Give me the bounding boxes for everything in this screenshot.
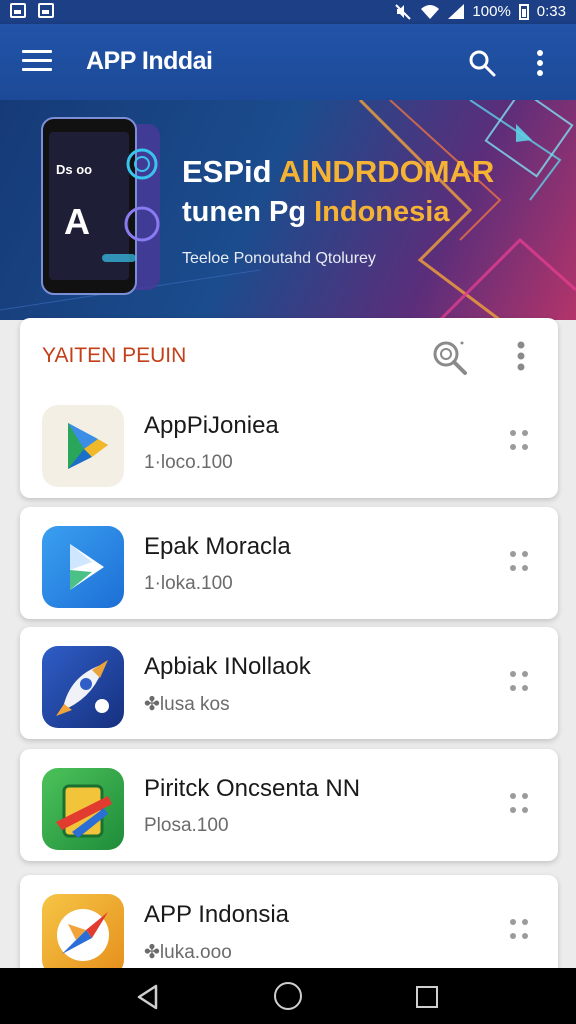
play-store-icon: [42, 405, 124, 487]
status-left: [10, 3, 54, 18]
banner-title-line1-b: AlNDRDOMAR: [279, 154, 495, 189]
drag-handle-icon[interactable]: [510, 430, 528, 452]
app-name: APP Indonsia: [144, 901, 289, 928]
banner-title-line1-a: ESPid: [182, 154, 280, 189]
app-list-item[interactable]: Apbiak INollaok ✤lusa kos: [20, 627, 558, 739]
app-meta: Plosa.100: [144, 815, 229, 836]
search-icon[interactable]: [468, 49, 496, 77]
back-icon[interactable]: [136, 984, 160, 1010]
status-right: 100% 0:33: [394, 3, 566, 20]
battery-icon: [518, 3, 529, 20]
more-vert-icon[interactable]: [530, 48, 550, 78]
drag-handle-icon[interactable]: [510, 793, 528, 815]
app-list-item[interactable]: AppPiJoniea 1·loco.100: [20, 386, 558, 498]
compass-app-icon: [42, 894, 124, 976]
phone-illustration: Ds oo A: [41, 117, 160, 295]
drag-handle-icon[interactable]: [510, 671, 528, 693]
section-search-icon[interactable]: [430, 338, 470, 378]
wifi-icon: [421, 4, 440, 19]
signal-icon: [448, 4, 465, 19]
app-meta: 1·loka.100: [144, 573, 233, 594]
home-icon[interactable]: [274, 982, 302, 1010]
section-title: YAITEN PEUIN: [42, 344, 187, 367]
banner-title-line2-b: Indonesia: [314, 196, 450, 228]
app-name: Epak Moracla: [144, 533, 291, 560]
banner-title-line2: tunen Pg Indonesia: [182, 196, 449, 229]
app-bar: APP Inddai: [0, 24, 576, 100]
promo-banner[interactable]: Ds oo A ESPid AlNDRDOMAR tunen Pg Indone…: [0, 100, 576, 320]
drag-handle-icon[interactable]: [510, 919, 528, 941]
drag-handle-icon[interactable]: [510, 551, 528, 573]
phone-screen-text: Ds oo: [56, 162, 92, 177]
battery-app-icon: [42, 768, 124, 850]
rocket-icon: [42, 646, 124, 728]
navigation-bar: [0, 968, 576, 1024]
section-more-icon[interactable]: [514, 340, 528, 372]
app-name: Piritck Oncsenta NN: [144, 775, 361, 802]
app-meta: ✤luka.ooo: [144, 942, 232, 963]
app-list-item[interactable]: Piritck Oncsenta NN Plosa.100: [20, 749, 558, 861]
banner-subtitle: Teeloe Ponoutahd Qtolurey: [182, 250, 376, 267]
banner-title-line2-a: tunen Pg: [182, 196, 315, 228]
mute-icon: [395, 4, 412, 20]
app-name: Apbiak INollaok: [144, 653, 311, 680]
app-list-item[interactable]: Epak Moracla 1·loka.100: [20, 507, 558, 619]
phone-screen-letter: A: [64, 201, 90, 242]
banner-title-line1: ESPid AlNDRDOMAR: [182, 154, 494, 190]
image-icon: [10, 3, 26, 18]
recents-icon[interactable]: [416, 986, 438, 1008]
clock: 0:33: [536, 3, 566, 20]
status-bar: 100% 0:33: [0, 0, 576, 24]
menu-icon[interactable]: [22, 50, 52, 74]
play-arrow-icon: [42, 526, 124, 608]
photo-icon: [38, 3, 54, 18]
app-name: AppPiJoniea: [144, 412, 279, 439]
battery-percent: 100%: [472, 3, 511, 20]
app-title: APP Inddai: [86, 47, 213, 75]
app-meta: ✤lusa kos: [144, 694, 230, 715]
app-meta: 1·loco.100: [144, 452, 233, 473]
